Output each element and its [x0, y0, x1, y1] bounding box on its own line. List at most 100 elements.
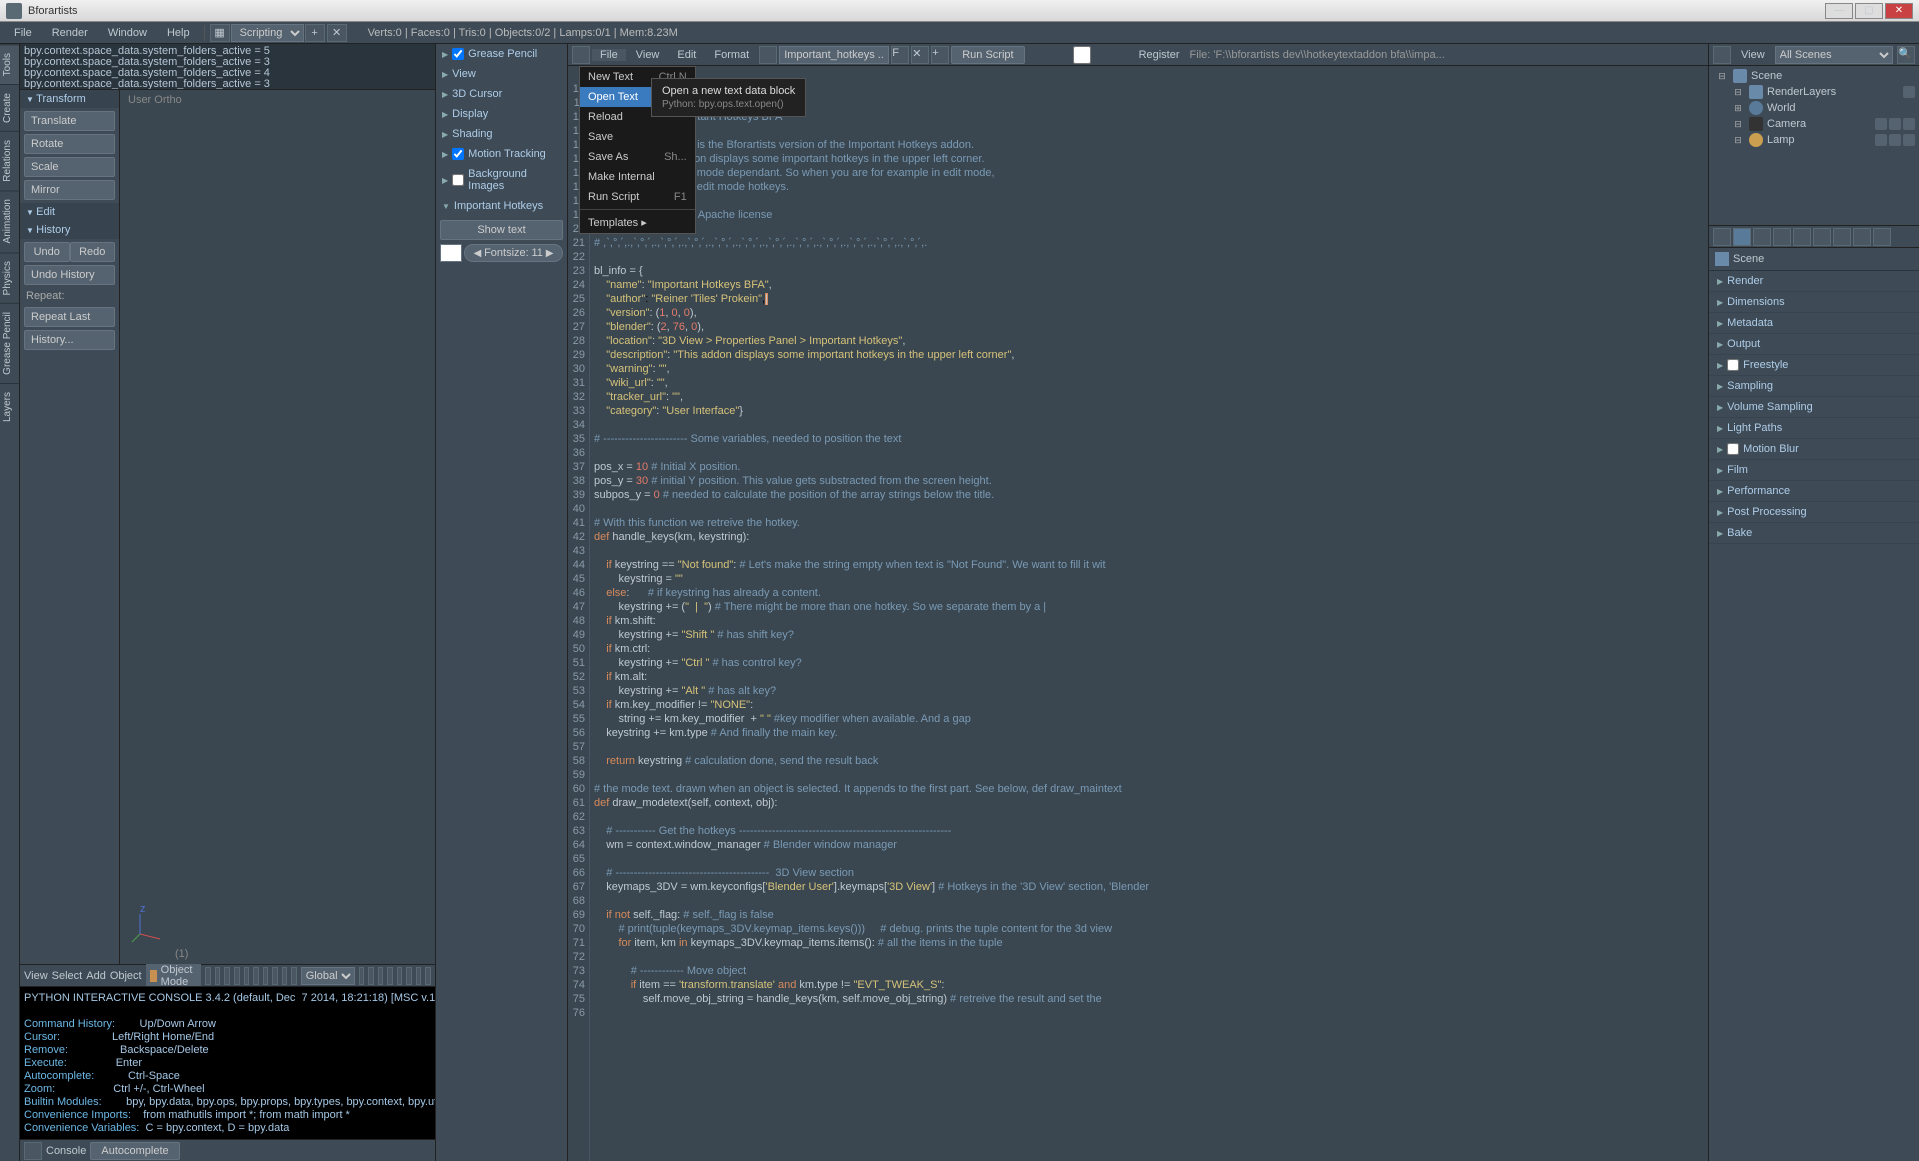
data-tab-icon[interactable] [1873, 228, 1891, 246]
prop-panel-volume-sampling[interactable]: Volume Sampling [1709, 397, 1919, 418]
prop-panel-post-processing[interactable]: Post Processing [1709, 502, 1919, 523]
run-script-button[interactable]: Run Script [951, 46, 1024, 64]
prop-panel-dimensions[interactable]: Dimensions [1709, 292, 1919, 313]
add-layout-icon[interactable]: + [305, 24, 325, 42]
panel-history[interactable]: History [20, 221, 119, 239]
outliner-item-renderlayers[interactable]: ⊟RenderLayers [1711, 84, 1917, 100]
panel-view[interactable]: View [436, 64, 567, 84]
code-editor[interactable]: 9 10 11 12 13 14 15 16 17 18 19 20 21 22… [568, 66, 1708, 1161]
panel-motion-tracking[interactable]: Motion Tracking [436, 144, 567, 164]
menu-help[interactable]: Help [157, 27, 200, 39]
menu-item-save-as[interactable]: Save AsSh... [580, 147, 695, 167]
panel-edit[interactable]: Edit [20, 203, 119, 221]
panel-important-hotkeys[interactable]: Important Hotkeys [436, 196, 567, 216]
register-checkbox[interactable] [1027, 46, 1137, 64]
rotate-button[interactable]: Rotate [24, 134, 115, 154]
autocomplete-button[interactable]: Autocomplete [90, 1142, 179, 1160]
translate-button[interactable]: Translate [24, 111, 115, 131]
layout-icon[interactable]: ▦ [210, 24, 230, 42]
add-text-icon[interactable]: + [931, 46, 949, 64]
vh-object[interactable]: Object [110, 970, 142, 982]
panel-transform[interactable]: Transform [20, 90, 119, 108]
menu-file[interactable]: File [4, 27, 42, 39]
text-name-field[interactable] [779, 46, 889, 64]
layout-select[interactable]: Scripting [231, 24, 304, 42]
snap-icon[interactable] [244, 967, 250, 985]
prop-panel-bake[interactable]: Bake [1709, 523, 1919, 544]
tab-relations[interactable]: Relations [0, 131, 19, 190]
layer1-icon[interactable] [224, 967, 230, 985]
shading-icon[interactable] [205, 967, 211, 985]
console-type-icon[interactable] [24, 1142, 42, 1160]
keyframe-icon[interactable] [425, 967, 431, 985]
tex-icon[interactable] [282, 967, 288, 985]
material-icon[interactable] [272, 967, 278, 985]
minimize-button[interactable]: — [1825, 3, 1853, 19]
maximize-button[interactable]: ▢ [1855, 3, 1883, 19]
prop-panel-render[interactable]: Render [1709, 271, 1919, 292]
menu-item-make-internal[interactable]: Make Internal [580, 167, 695, 187]
undo-button[interactable]: Undo [24, 242, 70, 262]
camera-icon[interactable] [416, 967, 422, 985]
prop-panel-performance[interactable]: Performance [1709, 481, 1919, 502]
object-tab-icon[interactable] [1813, 228, 1831, 246]
outliner-filter[interactable]: All Scenes [1775, 46, 1893, 64]
panel-display[interactable]: Display [436, 104, 567, 124]
vh-add[interactable]: Add [86, 970, 106, 982]
panel-3d-cursor[interactable]: 3D Cursor [436, 84, 567, 104]
layer2-icon[interactable] [234, 967, 240, 985]
menu-item-templates[interactable]: Templates ▸ [580, 212, 695, 233]
prop-panel-light-paths[interactable]: Light Paths [1709, 418, 1919, 439]
text-browse-icon[interactable] [759, 46, 777, 64]
show-text-button[interactable]: Show text [440, 220, 563, 240]
prop-type-icon[interactable] [1713, 228, 1731, 246]
code-content[interactable]: ... # Name : Important Hotkeys BFA # Des… [590, 66, 1708, 1161]
panel-shading[interactable]: Shading [436, 124, 567, 144]
render-tab-icon[interactable] [1733, 228, 1751, 246]
manipulator-icon[interactable] [291, 967, 297, 985]
console-menu[interactable]: Console [46, 1145, 86, 1157]
render-icon[interactable] [263, 967, 269, 985]
world-tab-icon[interactable] [1793, 228, 1811, 246]
close-button[interactable]: ✕ [1885, 3, 1913, 19]
view-label[interactable]: View [1735, 49, 1771, 61]
console-output[interactable]: PYTHON INTERACTIVE CONSOLE 3.4.2 (defaul… [20, 987, 435, 1139]
prop-panel-output[interactable]: Output [1709, 334, 1919, 355]
fake-user-icon[interactable]: F [891, 46, 909, 64]
color-swatch[interactable] [440, 244, 462, 262]
scale-button[interactable]: Scale [24, 157, 115, 177]
editor-menu-view[interactable]: View [628, 49, 668, 61]
scene-tab-icon[interactable] [1773, 228, 1791, 246]
menu-item-save[interactable]: Save [580, 127, 695, 147]
unlink-icon[interactable]: ✕ [911, 46, 929, 64]
render-layers-tab-icon[interactable] [1753, 228, 1771, 246]
editor-menu-edit[interactable]: Edit [669, 49, 704, 61]
unlock-icon[interactable] [378, 967, 384, 985]
outliner-type-icon[interactable] [1713, 46, 1731, 64]
prop-panel-motion-blur[interactable]: Motion Blur [1709, 439, 1919, 460]
lock-icon[interactable] [368, 967, 374, 985]
menu-render[interactable]: Render [42, 27, 98, 39]
constraints-tab-icon[interactable] [1833, 228, 1851, 246]
editor-menu-format[interactable]: Format [706, 49, 757, 61]
tab-tools[interactable]: Tools [0, 44, 19, 84]
orientation-select[interactable]: Global [301, 967, 355, 985]
proportional-icon[interactable] [387, 967, 393, 985]
modifiers-tab-icon[interactable] [1853, 228, 1871, 246]
menu-window[interactable]: Window [98, 27, 157, 39]
tab-grease-pencil[interactable]: Grease Pencil [0, 303, 19, 383]
panel-grease-pencil[interactable]: Grease Pencil [436, 44, 567, 64]
prop-panel-sampling[interactable]: Sampling [1709, 376, 1919, 397]
prop-panel-freestyle[interactable]: Freestyle [1709, 355, 1919, 376]
mirror-button[interactable]: Mirror [24, 180, 115, 200]
vh-select[interactable]: Select [52, 970, 83, 982]
falloff-icon[interactable] [397, 967, 403, 985]
outliner-item-world[interactable]: ⊞World [1711, 100, 1917, 116]
outliner-item-scene[interactable]: ⊟Scene [1711, 68, 1917, 84]
tab-layers[interactable]: Layers [0, 383, 19, 430]
prop-panel-metadata[interactable]: Metadata [1709, 313, 1919, 334]
fontsize-field[interactable]: ◀ Fontsize: 11 ▶ [464, 244, 563, 262]
tab-animation[interactable]: Animation [0, 190, 19, 251]
outliner[interactable]: ⊟Scene⊟RenderLayers⊞World⊟Camera⊟Lamp [1709, 66, 1919, 226]
snap-type-icon[interactable] [253, 967, 259, 985]
